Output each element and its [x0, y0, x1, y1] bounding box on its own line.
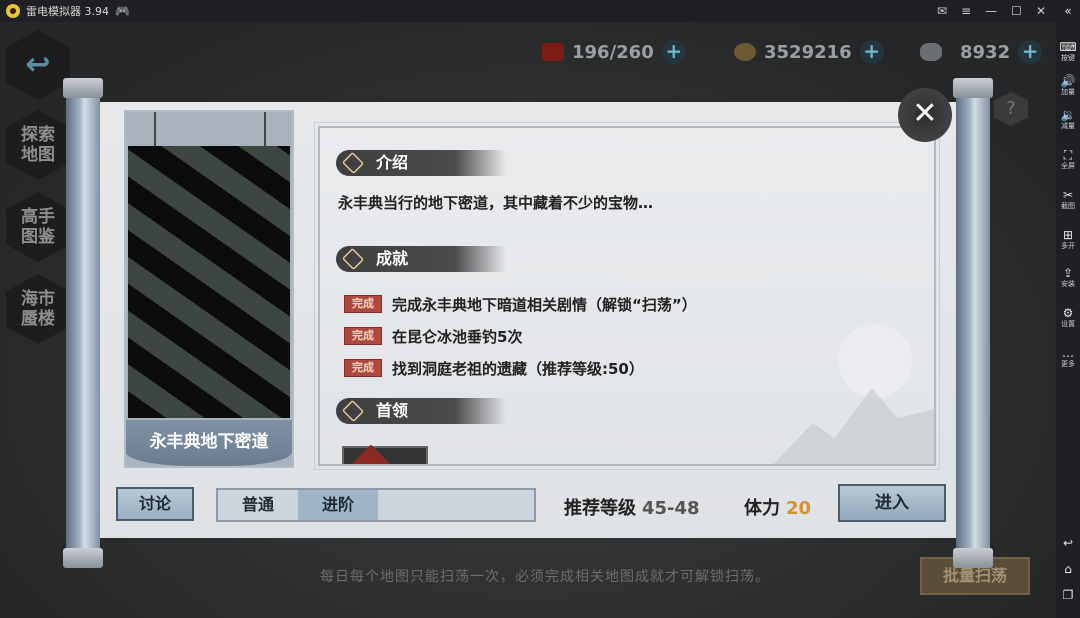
more-icon: … — [1062, 346, 1074, 360]
sidebar-item-screenshot[interactable]: ✂ 截图 — [1056, 188, 1080, 211]
tab-normal[interactable]: 普通 — [218, 490, 298, 520]
ingot-icon — [920, 43, 942, 61]
knot-icon — [341, 399, 365, 423]
boss-portrait[interactable] — [342, 446, 428, 464]
coins-resource: 3529216 + — [734, 38, 884, 66]
moon-decoration — [838, 324, 912, 398]
gear-icon: ⚙ — [1062, 306, 1074, 320]
add-ingots-button[interactable]: + — [1018, 40, 1043, 64]
collapse-sidebar-icon[interactable]: « — [1056, 4, 1080, 18]
menu-mirage[interactable]: 海市 蜃楼 — [6, 274, 70, 344]
discuss-button[interactable]: 讨论 — [116, 487, 194, 521]
achievement-text: 完成永丰典地下暗道相关剧情（解锁“扫荡”） — [392, 295, 697, 314]
ingots-count: 8932 — [960, 41, 1011, 63]
sidebar-item-keys[interactable]: ⌨ 按键 — [1056, 40, 1080, 63]
stamina-count: 196/260 — [572, 41, 654, 63]
sweep-hint-text: 每日每个地图只能扫荡一次，必须完成相关地图成就才可解锁扫荡。 — [320, 569, 770, 585]
menu-explore-map[interactable]: 探索 地图 — [6, 110, 70, 180]
sidebar-item-settings[interactable]: ⚙ 设置 — [1056, 306, 1080, 329]
back-arrow-icon[interactable]: ↩ — [6, 30, 70, 100]
mail-icon[interactable]: ✉ — [937, 4, 947, 18]
add-stamina-button[interactable]: + — [661, 40, 686, 64]
sidebar-item-install[interactable]: ⇪ 安装 — [1056, 266, 1080, 289]
map-name: 永丰典地下密道 — [126, 420, 292, 466]
coins-count: 3529216 — [764, 41, 852, 63]
gamepad-icon[interactable]: 🎮 — [115, 4, 130, 18]
scroll-roller-right — [953, 78, 993, 568]
maximize-icon[interactable]: ☐ — [1011, 4, 1022, 18]
scroll-paper: 永丰典地下密道 介绍 永丰典当行的地下密道，其中藏着不少的宝物… 成就 完成 完… — [98, 102, 958, 538]
scissors-icon: ✂ — [1062, 188, 1074, 202]
home-icon[interactable]: ⌂ — [1056, 562, 1080, 576]
emulator-titlebar: 雷电模拟器 3.94 🎮 ✉ ≡ — ☐ ✕ — [0, 0, 1056, 22]
stamina-cost: 体力 20 — [744, 498, 812, 519]
back-icon[interactable]: ↩ — [1056, 536, 1080, 550]
achievement-row: 完成 完成永丰典地下暗道相关剧情（解锁“扫荡”） — [344, 294, 697, 314]
achievement-row: 完成 在昆仑冰池垂钓5次 — [344, 326, 522, 346]
intro-section-title: 介绍 — [336, 150, 506, 176]
difficulty-tabs: 普通 进阶 — [216, 488, 536, 522]
completed-badge: 完成 — [344, 327, 382, 345]
stamina-icon — [542, 43, 564, 61]
achievement-section-title: 成就 — [336, 246, 506, 272]
map-preview: 永丰典地下密道 — [124, 110, 294, 468]
recommended-level: 推荐等级 45-48 — [564, 498, 700, 519]
sidebar-item-volume-up[interactable]: 🔊 加量 — [1056, 74, 1080, 97]
menu-icon[interactable]: ≡ — [961, 4, 971, 18]
multi-instance-icon: ⊞ — [1062, 228, 1074, 242]
stamina-cost-value: 20 — [786, 498, 812, 519]
recommended-level-value: 45-48 — [642, 498, 700, 519]
coin-icon — [734, 43, 756, 61]
game-screen: ↩ 探索 地图 高手 图鉴 海市 蜃楼 196/260 + 3529216 + … — [0, 22, 1056, 618]
tab-advanced[interactable]: 进阶 — [298, 490, 378, 520]
ingots-resource: 8932 + — [920, 38, 1043, 66]
completed-badge: 完成 — [344, 295, 382, 313]
close-window-icon[interactable]: ✕ — [1036, 4, 1046, 18]
apk-install-icon: ⇪ — [1062, 266, 1074, 280]
map-info-panel: 介绍 永丰典当行的地下密道，其中藏着不少的宝物… 成就 完成 完成永丰典地下暗道… — [314, 122, 940, 470]
close-dialog-button[interactable]: ✕ — [898, 88, 952, 142]
achievement-text: 在昆仑冰池垂钓5次 — [392, 327, 523, 346]
help-button[interactable]: ? — [994, 92, 1028, 126]
sidebar-item-multi[interactable]: ⊞ 多开 — [1056, 228, 1080, 251]
completed-badge: 完成 — [344, 359, 382, 377]
map-image — [128, 146, 290, 418]
emulator-sidebar: « ⌨ 按键 🔊 加量 🔉 减量 ⛶ 全屏 ✂ 截图 ⊞ 多开 ⇪ 安装 ⚙ 设置 … 更多 ↩ … — [1056, 0, 1080, 618]
knot-icon — [341, 151, 365, 175]
menu-masters-guide[interactable]: 高手 图鉴 — [6, 192, 70, 262]
keyboard-icon: ⌨ — [1059, 40, 1077, 54]
map-detail-dialog: 永丰典地下密道 介绍 永丰典当行的地下密道，其中藏着不少的宝物… 成就 完成 完… — [62, 78, 993, 568]
minimize-icon[interactable]: — — [985, 4, 997, 18]
boss-section-title: 首领 — [336, 398, 506, 424]
emulator-logo-icon — [6, 4, 20, 18]
scroll-roller-left — [63, 78, 103, 568]
recent-apps-icon[interactable]: ❐ — [1056, 588, 1080, 602]
sidebar-item-volume-down[interactable]: 🔉 减量 — [1056, 108, 1080, 131]
achievement-text: 找到洞庭老祖的遗藏（推荐等级:50） — [392, 359, 644, 378]
volume-up-icon: 🔊 — [1060, 74, 1076, 88]
intro-text: 永丰典当行的地下密道，其中藏着不少的宝物… — [338, 194, 654, 212]
achievement-row: 完成 找到洞庭老祖的遗藏（推荐等级:50） — [344, 358, 644, 378]
sidebar-item-fullscreen[interactable]: ⛶ 全屏 — [1056, 148, 1080, 171]
volume-down-icon: 🔉 — [1060, 108, 1076, 122]
knot-icon — [341, 247, 365, 271]
enter-button[interactable]: 进入 — [838, 484, 946, 522]
add-coins-button[interactable]: + — [859, 40, 884, 64]
emulator-title: 雷电模拟器 3.94 — [26, 5, 109, 18]
stamina-resource: 196/260 + — [542, 38, 686, 66]
fullscreen-icon: ⛶ — [1063, 148, 1073, 162]
sidebar-item-more[interactable]: … 更多 — [1056, 346, 1080, 369]
